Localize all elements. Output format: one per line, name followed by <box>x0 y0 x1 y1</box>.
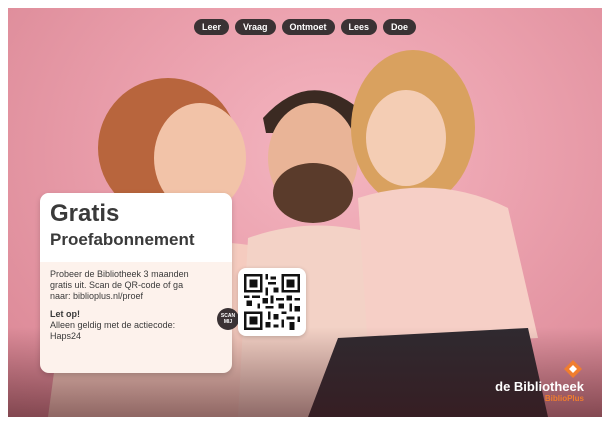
bibliotheek-logo[interactable]: de Bibliotheek BiblioPlus <box>495 360 584 403</box>
top-nav: Leer Vraag Ontmoet Lees Doe <box>8 19 602 35</box>
offer-card-body: Probeer de Bibliotheek 3 maanden gratis … <box>40 262 232 349</box>
nav-doe[interactable]: Doe <box>383 19 417 35</box>
note-title: Let op! <box>50 309 80 319</box>
offer-description: Probeer de Bibliotheek 3 maanden gratis … <box>50 269 189 301</box>
offer-card: Gratis Proefabonnement Probeer de Biblio… <box>40 193 232 373</box>
nav-leer[interactable]: Leer <box>193 19 229 35</box>
qr-code-icon <box>244 274 300 330</box>
logo-subtitle: BiblioPlus <box>544 394 584 403</box>
nav-vraag[interactable]: Vraag <box>234 19 276 35</box>
daughter-body <box>358 187 538 348</box>
scan-badge: SCAN MIJ <box>217 308 239 330</box>
bibliotheek-logo-icon <box>564 360 582 378</box>
daughter-face <box>366 90 446 186</box>
offer-card-header: Gratis Proefabonnement <box>40 193 232 262</box>
logo-name: de Bibliotheek <box>495 379 584 394</box>
nav-lees[interactable]: Lees <box>340 19 378 35</box>
offer-title: Gratis <box>50 200 120 227</box>
father-beard <box>273 163 353 223</box>
nav-ontmoet[interactable]: Ontmoet <box>281 19 335 35</box>
poster: Leer Vraag Ontmoet Lees Doe Gratis Proef… <box>8 8 602 417</box>
qr-code[interactable] <box>238 268 306 336</box>
note-text: Alleen geldig met de actiecode: Haps24 <box>50 320 176 341</box>
offer-subtitle: Proefabonnement <box>50 230 195 249</box>
